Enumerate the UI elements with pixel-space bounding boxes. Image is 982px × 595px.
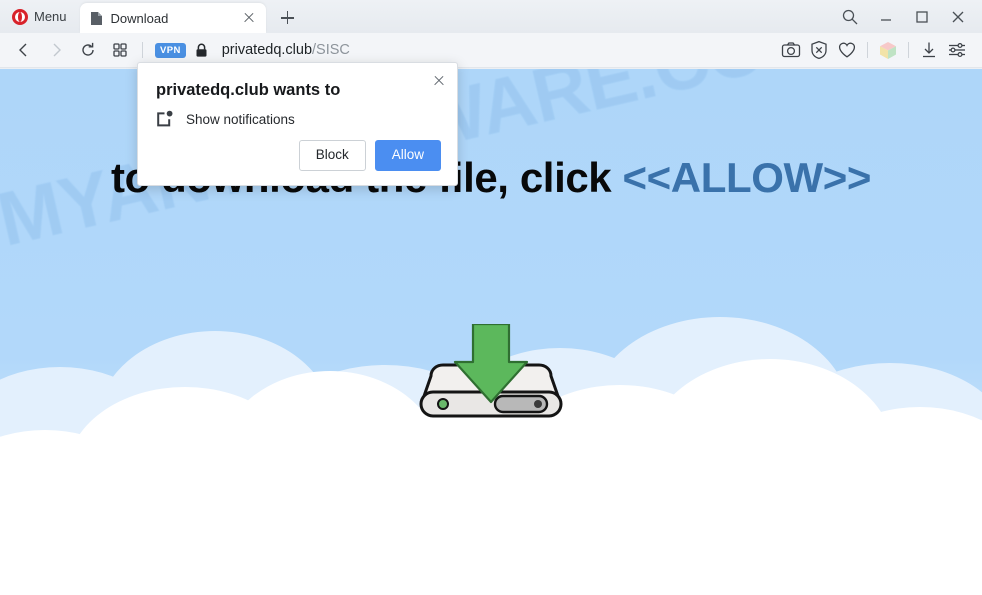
opera-logo-icon	[12, 8, 28, 25]
allow-button[interactable]: Allow	[374, 140, 441, 171]
block-button[interactable]: Block	[298, 140, 366, 171]
notifications-icon	[156, 110, 174, 128]
window-controls	[834, 0, 982, 33]
tab-title: Download	[110, 10, 169, 26]
minimize-icon[interactable]	[870, 2, 902, 32]
reload-icon[interactable]	[72, 34, 104, 66]
search-icon[interactable]	[834, 2, 866, 32]
browser-window: Menu Download VPN privatedq.club/SISC to…	[0, 0, 982, 595]
tab-close-icon[interactable]	[240, 9, 258, 27]
dialog-permission-label: Show notifications	[186, 111, 295, 127]
downloads-icon[interactable]	[915, 36, 943, 64]
new-tab-button[interactable]	[272, 3, 302, 33]
opera-menu-button[interactable]: Menu	[0, 0, 77, 33]
back-arrow-icon[interactable]	[8, 34, 40, 66]
dialog-close-icon[interactable]	[429, 71, 449, 91]
speed-dial-icon[interactable]	[104, 34, 136, 66]
maximize-icon[interactable]	[906, 2, 938, 32]
workspaces-cube-icon[interactable]	[878, 41, 898, 60]
document-icon	[90, 11, 103, 26]
easy-setup-icon[interactable]	[943, 36, 971, 64]
tab-download[interactable]: Download	[79, 3, 266, 33]
snapshot-camera-icon[interactable]	[777, 36, 805, 64]
forward-arrow-icon	[40, 34, 72, 66]
dialog-title: privatedq.club wants to	[156, 81, 341, 99]
heart-icon[interactable]	[833, 36, 861, 64]
toolbar-divider	[867, 42, 868, 58]
url-text[interactable]: privatedq.club/SISC	[222, 42, 350, 58]
url-path: /SISC	[312, 42, 350, 58]
toolbar-divider	[908, 42, 909, 58]
lock-icon[interactable]	[195, 43, 208, 58]
dialog-permission-row: Show notifications	[156, 110, 295, 128]
tab-strip: Menu Download	[0, 0, 982, 33]
vpn-badge[interactable]: VPN	[155, 42, 186, 58]
menu-label: Menu	[34, 9, 67, 24]
dialog-actions: Block Allow	[298, 140, 441, 171]
url-domain: privatedq.club	[221, 42, 313, 58]
notification-permission-dialog: privatedq.club wants to Show notificatio…	[137, 62, 458, 186]
headline-allow: <<ALLOW>>	[622, 154, 872, 201]
ad-blocker-shield-icon[interactable]	[805, 36, 833, 64]
hard-drive-download-icon	[419, 324, 563, 418]
close-icon[interactable]	[942, 2, 974, 32]
toolbar-divider	[142, 42, 143, 58]
toolbar-right-icons	[777, 36, 982, 64]
